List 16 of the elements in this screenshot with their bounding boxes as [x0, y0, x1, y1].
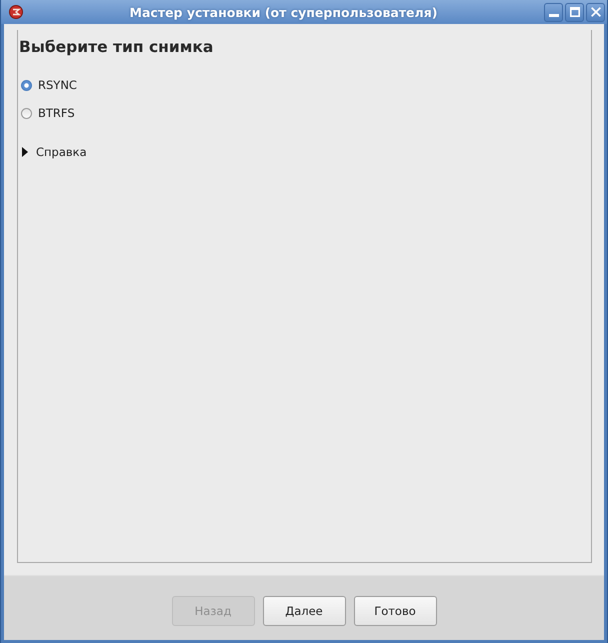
logo-icon — [9, 5, 23, 19]
minimize-button[interactable] — [544, 2, 563, 22]
close-button[interactable] — [586, 2, 605, 22]
radio-button[interactable] — [21, 108, 32, 118]
close-icon — [590, 7, 600, 17]
window-title: Мастер установки (от суперпользователя) — [128, 4, 438, 20]
radio-option[interactable]: BTRFS — [21, 104, 77, 122]
page-heading: Выберите тип снимка — [18, 37, 214, 58]
maximize-button[interactable] — [565, 2, 584, 22]
minimize-icon — [548, 14, 558, 17]
radio-option[interactable]: RSYNC — [21, 76, 77, 94]
help-expander[interactable]: Справка — [22, 143, 87, 161]
maximize-icon — [570, 7, 580, 17]
next-button[interactable]: Далее — [262, 596, 346, 626]
finish-button[interactable]: Готово — [354, 596, 436, 626]
radio-button[interactable] — [21, 80, 32, 90]
